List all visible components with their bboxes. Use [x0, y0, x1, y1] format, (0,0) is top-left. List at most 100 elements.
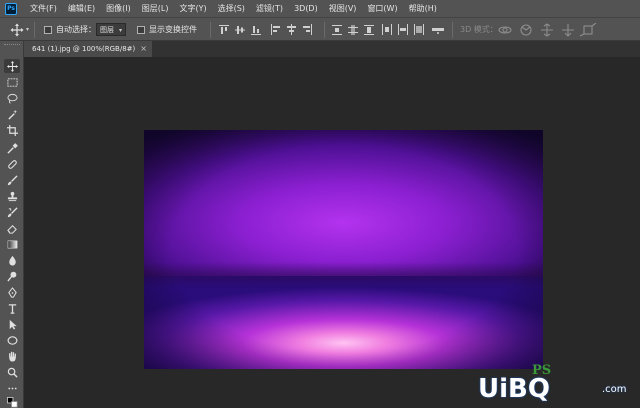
close-icon[interactable]: ×: [140, 41, 147, 57]
align-bottom-icon: [251, 33, 261, 35]
roll-3d-icon: [520, 23, 532, 36]
blur-tool[interactable]: [4, 253, 20, 267]
crop-tool[interactable]: [4, 123, 20, 137]
pen-tool[interactable]: [4, 285, 20, 299]
menu-3d[interactable]: 3D(D): [294, 0, 318, 17]
photoshop-logo[interactable]: Ps: [5, 2, 17, 15]
auto-select-checkbox[interactable]: [44, 25, 52, 34]
history-brush-tool[interactable]: [4, 205, 20, 219]
watermark-brand: UiBQ: [478, 374, 550, 404]
menu-type[interactable]: 文字(Y): [179, 0, 206, 17]
options-divider: [452, 21, 453, 38]
align-top-icon: [219, 24, 229, 26]
brush-tool[interactable]: [4, 173, 20, 187]
eraser-tool[interactable]: [4, 221, 20, 235]
mode-3d-label: 3D 模式：: [460, 25, 498, 34]
hand-tool[interactable]: [4, 349, 20, 363]
gradient-tool[interactable]: [4, 237, 20, 251]
droplet-icon: [8, 255, 16, 266]
lasso-tool[interactable]: [4, 91, 20, 105]
eyedropper-tool[interactable]: [4, 141, 20, 155]
hand-icon: [8, 351, 16, 362]
options-bar: ▾ 自动选择： 图层 ▾ 显示变换控件 3D 模式：: [0, 17, 640, 41]
menu-bar: Ps 文件(F) 编辑(E) 图像(I) 图层(L) 文字(Y) 选择(S) 滤…: [0, 0, 640, 17]
magic-wand-icon: [7, 109, 17, 120]
menu-edit[interactable]: 编辑(E): [68, 0, 95, 17]
chevron-down-icon[interactable]: ▾: [26, 26, 29, 33]
move-icon: [6, 60, 18, 72]
align-vcenter-icon: [235, 29, 245, 30]
watermark-suffix: .com: [602, 384, 627, 395]
slide-3d-icon: [562, 23, 574, 37]
align-hcenter-icon: [291, 23, 292, 35]
chevron-down-icon: ▾: [118, 27, 122, 34]
scale-3d-icon: [579, 22, 597, 36]
magic-wand-tool[interactable]: [4, 107, 20, 121]
align-right-icon: [311, 23, 312, 35]
crop-icon: [6, 124, 18, 136]
auto-select-label: 自动选择：: [56, 25, 96, 34]
3d-tools-group: [498, 18, 638, 41]
move-icon: [10, 23, 24, 36]
pen-icon: [7, 286, 17, 298]
zoom-tool[interactable]: [4, 365, 20, 379]
move-options-icon[interactable]: ▾: [10, 18, 29, 41]
color-swatch-icon: [6, 396, 17, 407]
document-tab-title: 641 (1).jpg @ 100%(RGB/8#): [32, 45, 136, 53]
cursor-arrow-icon: [9, 319, 17, 330]
gradient-icon: [7, 240, 17, 248]
type-tool[interactable]: [4, 301, 20, 315]
3d-mode-icons: [498, 22, 597, 37]
more-tools[interactable]: [4, 381, 20, 395]
menu-select[interactable]: 选择(S): [218, 0, 245, 17]
menu-help[interactable]: 帮助(H): [409, 0, 437, 17]
auto-select-target-dropdown[interactable]: 图层 ▾: [96, 23, 126, 36]
path-selection-tool[interactable]: [4, 317, 20, 331]
show-transform-toggle[interactable]: 显示变换控件: [137, 18, 197, 41]
distribute-icons: [332, 23, 444, 35]
menu-image[interactable]: 图像(I): [106, 0, 131, 17]
ellipse-tool[interactable]: [4, 333, 20, 347]
panel-grip-handle[interactable]: [4, 44, 20, 47]
tools-panel: [0, 41, 24, 408]
dodge-icon: [6, 271, 16, 282]
type-icon: [8, 303, 16, 314]
magnifier-icon: [7, 367, 18, 378]
auto-select-target-value: 图层: [100, 25, 114, 34]
menu-window[interactable]: 窗口(W): [367, 0, 397, 17]
ellipsis-icon: [7, 387, 17, 389]
menu-view[interactable]: 视图(V): [329, 0, 357, 17]
menu-file[interactable]: 文件(F): [30, 0, 57, 17]
brush-icon: [7, 174, 18, 185]
options-divider: [324, 21, 325, 38]
pan-3d-icon: [541, 22, 553, 37]
purple-stage-background: [144, 130, 543, 369]
marquee-tool[interactable]: [4, 75, 20, 89]
move-tool[interactable]: [4, 59, 20, 73]
clone-stamp-tool[interactable]: [4, 189, 20, 203]
lasso-icon: [6, 93, 18, 104]
align-group: [219, 18, 315, 41]
rectangle-marquee-icon: [6, 77, 18, 87]
eraser-icon: [6, 224, 17, 234]
document-canvas-image[interactable]: [144, 130, 543, 369]
menu-layer[interactable]: 图层(L): [142, 0, 169, 17]
healing-brush-tool[interactable]: [4, 157, 20, 171]
menu-filter[interactable]: 滤镜(T): [256, 0, 283, 17]
ellipse-icon: [7, 335, 17, 345]
stamp-icon: [7, 191, 17, 201]
dodge-tool[interactable]: [4, 269, 20, 283]
site-watermark: PS UiBQ .com: [470, 364, 636, 408]
options-divider: [34, 21, 35, 38]
eyedropper-icon: [6, 142, 18, 154]
align-left-icon: [271, 23, 272, 35]
history-brush-icon: [7, 206, 18, 217]
color-swatches[interactable]: [4, 395, 20, 408]
show-transform-checkbox[interactable]: [137, 25, 145, 34]
document-tab[interactable]: 641 (1).jpg @ 100%(RGB/8#) ×: [24, 41, 152, 57]
auto-select-toggle[interactable]: 自动选择：: [44, 18, 96, 41]
options-divider: [210, 21, 211, 38]
document-tab-bar: 641 (1).jpg @ 100%(RGB/8#) ×: [24, 41, 640, 57]
show-transform-label: 显示变换控件: [149, 25, 197, 34]
align-icons: [219, 23, 312, 35]
